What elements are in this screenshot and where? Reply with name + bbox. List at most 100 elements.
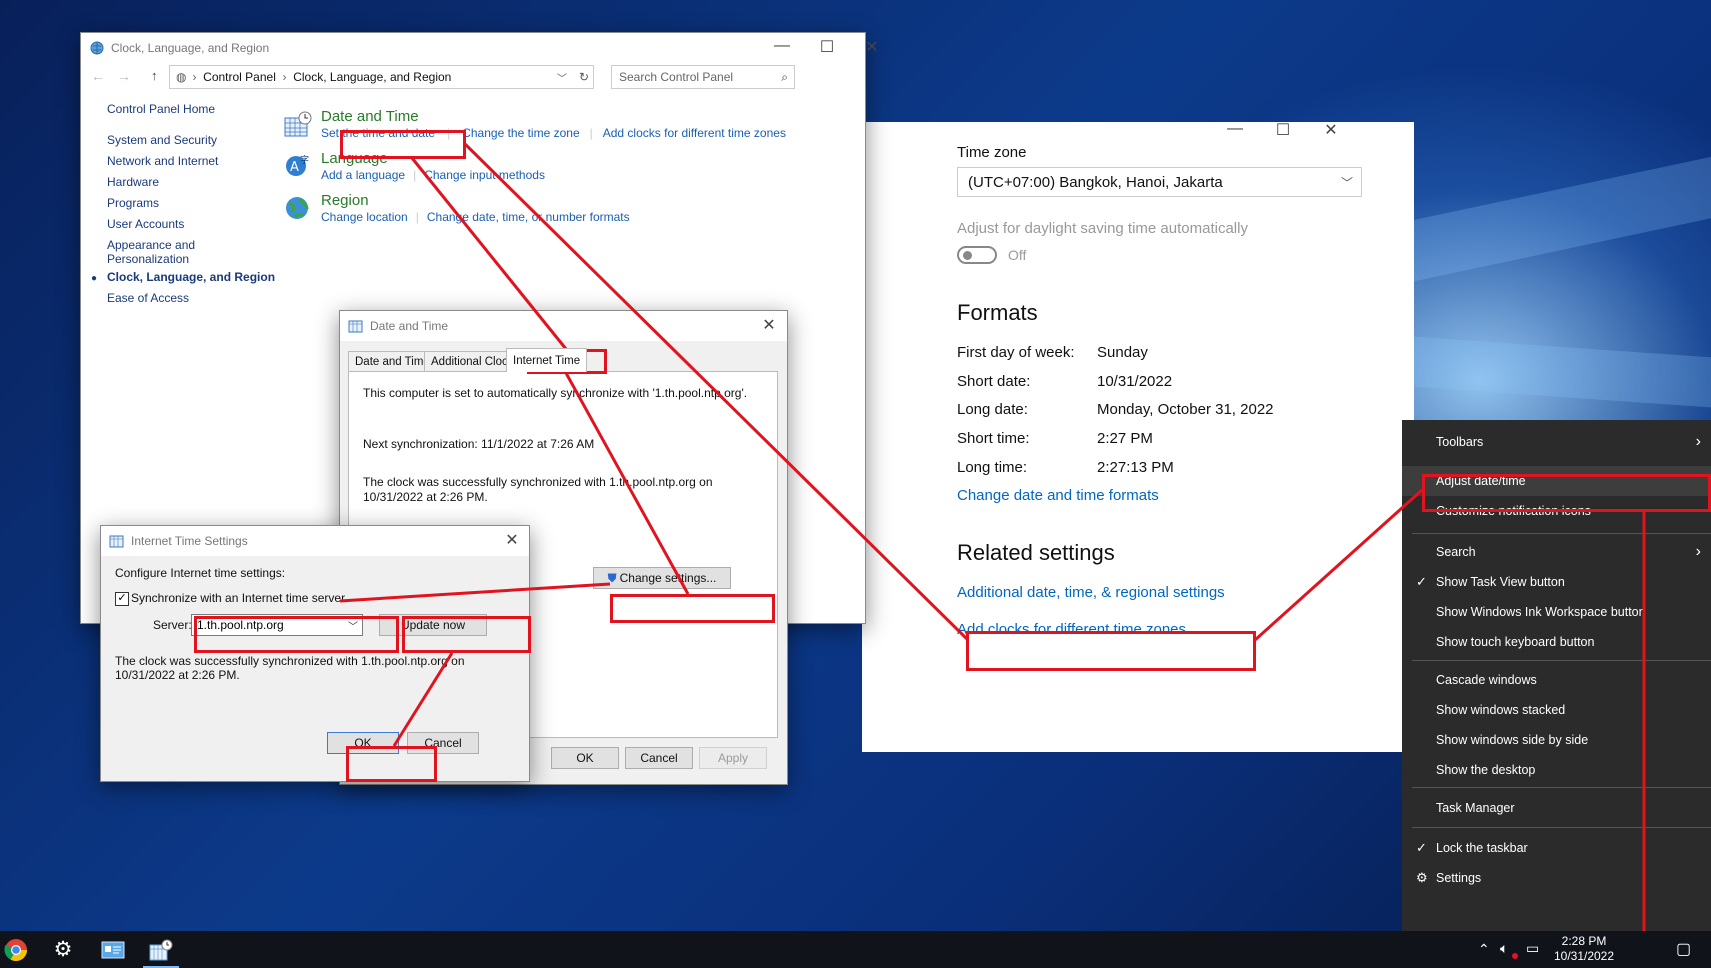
forward-arrow-icon[interactable]: → [117, 68, 131, 84]
maximize-icon[interactable]: ☐ [1272, 120, 1294, 140]
close-icon[interactable]: ✕ [1320, 120, 1342, 140]
format-label: Long time: [957, 459, 1028, 476]
menu-separator [1412, 533, 1711, 534]
gear-icon: ⚙ [1416, 870, 1428, 885]
time-zone-select[interactable]: (UTC+07:00) Bangkok, Hanoi, Jakarta ﹀ [957, 167, 1362, 197]
network-icon[interactable]: ▭ [1526, 940, 1539, 957]
ok-button[interactable]: OK [551, 747, 619, 769]
annotation-box-change-settings [610, 594, 775, 623]
search-placeholder: Search Control Panel [619, 70, 734, 84]
close-icon[interactable]: ✕ [501, 530, 523, 550]
menu-label: Search [1436, 545, 1476, 559]
notification-icon[interactable]: ▢ [1676, 939, 1691, 959]
chevron-down-icon[interactable]: ﹀ [557, 70, 567, 85]
menu-item-toolbars[interactable]: Toolbars › [1402, 427, 1711, 457]
clock-time: 2:28 PM [1561, 934, 1607, 948]
chevron-up-icon[interactable]: ⌃ [1478, 941, 1490, 958]
annotation-box-update-now [402, 616, 531, 653]
time-zone-value: (UTC+07:00) Bangkok, Hanoi, Jakarta [968, 173, 1223, 191]
nav-system-security[interactable]: System and Security [107, 133, 217, 147]
menu-label: Show Task View button [1436, 575, 1565, 589]
control-panel-taskbar-icon[interactable] [100, 937, 126, 963]
menu-label: Toolbars [1436, 435, 1484, 449]
server-label: Server: [153, 618, 192, 632]
datetime-title[interactable]: Date and Time [321, 108, 419, 125]
dst-toggle[interactable] [957, 246, 997, 264]
menu-item-touch-keyboard[interactable]: Show touch keyboard button [1402, 627, 1711, 657]
internet-time-settings-dialog: Internet Time Settings ✕ Configure Inter… [100, 525, 530, 782]
format-row: Short time: 2:27 PM [957, 430, 1153, 447]
menu-item-task-manager[interactable]: Task Manager [1402, 793, 1711, 823]
change-location-link[interactable]: Change location [321, 210, 408, 224]
close-icon[interactable]: ✕ [861, 37, 883, 57]
cancel-button[interactable]: Cancel [625, 747, 693, 769]
nav-home[interactable]: Control Panel Home [107, 102, 215, 116]
nav-programs[interactable]: Programs [107, 196, 159, 210]
menu-item-cascade[interactable]: Cascade windows [1402, 665, 1711, 695]
change-formats-link[interactable]: Change date, time, or number formats [427, 210, 630, 224]
breadcrumb-item[interactable]: Clock, Language, and Region [293, 70, 451, 84]
format-row: First day of week: Sunday [957, 344, 1148, 361]
related-settings-header: Related settings [957, 540, 1115, 565]
menu-item-lock-taskbar[interactable]: ✓ Lock the taskbar [1402, 833, 1711, 863]
nav-ease-of-access[interactable]: Ease of Access [107, 291, 189, 305]
date-time-taskbar-icon[interactable] [148, 937, 174, 963]
chevron-right-icon: › [1695, 543, 1701, 560]
breadcrumb[interactable]: ◍ › Control Panel › Clock, Language, and… [169, 65, 594, 89]
menu-item-task-view[interactable]: ✓ Show Task View button [1402, 567, 1711, 597]
menu-label: Show touch keyboard button [1436, 635, 1595, 649]
change-time-zone-link[interactable]: Change the time zone [462, 126, 579, 140]
taskbar: ⚙ ⌃ 🔈︎ ▭ 2:28 PM 10/31/2022 ▢ [0, 931, 1711, 968]
nav-appearance[interactable]: Appearance and [107, 238, 195, 252]
menu-item-settings[interactable]: ⚙ Settings [1402, 863, 1711, 893]
menu-separator [1412, 787, 1711, 788]
back-arrow-icon[interactable]: ← [91, 68, 105, 84]
nav-network-internet[interactable]: Network and Internet [107, 154, 218, 168]
dst-label: Adjust for daylight saving time automati… [957, 220, 1248, 237]
close-icon[interactable]: ✕ [758, 315, 780, 335]
region-title[interactable]: Region [321, 192, 369, 209]
address-row: ← → ↑ ◍ › Control Panel › Clock, Languag… [81, 63, 865, 91]
refresh-icon[interactable]: ↻ [579, 70, 589, 84]
search-input[interactable]: Search Control Panel ⌕ [611, 65, 795, 89]
change-input-methods-link[interactable]: Change input methods [424, 168, 545, 182]
check-icon: ✓ [1416, 840, 1427, 855]
maximize-icon[interactable]: ☐ [816, 37, 838, 57]
current-bullet: ● [91, 273, 98, 284]
apply-button: Apply [699, 747, 767, 769]
menu-item-show-desktop[interactable]: Show the desktop [1402, 755, 1711, 785]
add-clocks-link[interactable]: Add clocks for different time zones [603, 126, 786, 140]
menu-label: Show the desktop [1436, 763, 1536, 777]
change-settings-button[interactable]: ⛊ Change settings... [593, 567, 731, 589]
success-text-line2: 10/31/2022 at 2:26 PM. [363, 490, 488, 504]
breadcrumb-item[interactable]: Control Panel [203, 70, 276, 84]
minimize-icon[interactable]: — [771, 37, 793, 55]
format-row: Short date: 10/31/2022 [957, 373, 1172, 390]
gear-icon[interactable]: ⚙ [50, 937, 76, 963]
mute-badge [1512, 953, 1518, 959]
sync-text: This computer is set to automatically sy… [363, 386, 748, 400]
tab-internet-time[interactable]: Internet Time [506, 348, 588, 372]
menu-item-ink-workspace[interactable]: Show Windows Ink Workspace button [1402, 597, 1711, 627]
nav-hardware[interactable]: Hardware [107, 175, 159, 189]
toggle-knob [963, 251, 972, 260]
sync-checkbox[interactable]: ✓ [115, 592, 129, 606]
change-formats-link[interactable]: Change date and time formats [957, 487, 1159, 504]
its-success-line1: The clock was successfully synchronized … [115, 654, 465, 668]
additional-settings-link[interactable]: Additional date, time, & regional settin… [957, 584, 1225, 601]
svg-text:A: A [290, 160, 299, 175]
menu-item-search[interactable]: Search › [1402, 537, 1711, 567]
nav-personalization[interactable]: Personalization [107, 252, 189, 266]
dialog-title: Internet Time Settings [131, 534, 248, 548]
add-language-link[interactable]: Add a language [321, 168, 405, 182]
menu-item-side-by-side[interactable]: Show windows side by side [1402, 725, 1711, 755]
up-arrow-icon[interactable]: ↑ [151, 68, 158, 83]
menu-label: Cascade windows [1436, 673, 1537, 687]
nav-user-accounts[interactable]: User Accounts [107, 217, 184, 231]
minimize-icon[interactable]: — [1224, 120, 1246, 138]
clock[interactable]: 2:28 PM 10/31/2022 [1548, 934, 1620, 964]
nav-clock-language-region[interactable]: Clock, Language, and Region [107, 270, 275, 284]
menu-item-stacked[interactable]: Show windows stacked [1402, 695, 1711, 725]
volume-muted-icon[interactable]: 🔈︎ [1500, 940, 1508, 957]
chrome-icon[interactable] [3, 937, 29, 963]
